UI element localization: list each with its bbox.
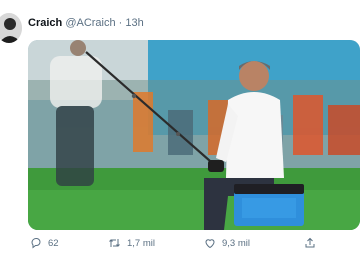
retweet-icon (109, 239, 120, 247)
reply-count: 62 (48, 237, 59, 249)
retweet-count: 1,7 mil (127, 237, 155, 249)
share-icon (305, 237, 315, 248)
share-button[interactable] (304, 237, 316, 249)
time-separator: · (118, 17, 123, 29)
tweet-media-photo[interactable] (28, 40, 360, 230)
like-icon (205, 239, 215, 249)
like-button[interactable]: 9,3 mil (204, 237, 250, 249)
tweet-header: Craich @ACraich · 13h (28, 17, 144, 30)
tweet-time[interactable]: 13h (125, 17, 143, 29)
tweet-actions: 62 1,7 mil 9,3 mil (28, 237, 360, 253)
reply-icon (31, 238, 41, 249)
reply-button[interactable]: 62 (30, 237, 59, 249)
like-count: 9,3 mil (222, 237, 250, 249)
avatar[interactable] (0, 13, 22, 43)
author-handle[interactable]: @ACraich (65, 17, 115, 29)
author-name[interactable]: Craich (28, 17, 62, 29)
retweet-button[interactable]: 1,7 mil (108, 237, 155, 249)
